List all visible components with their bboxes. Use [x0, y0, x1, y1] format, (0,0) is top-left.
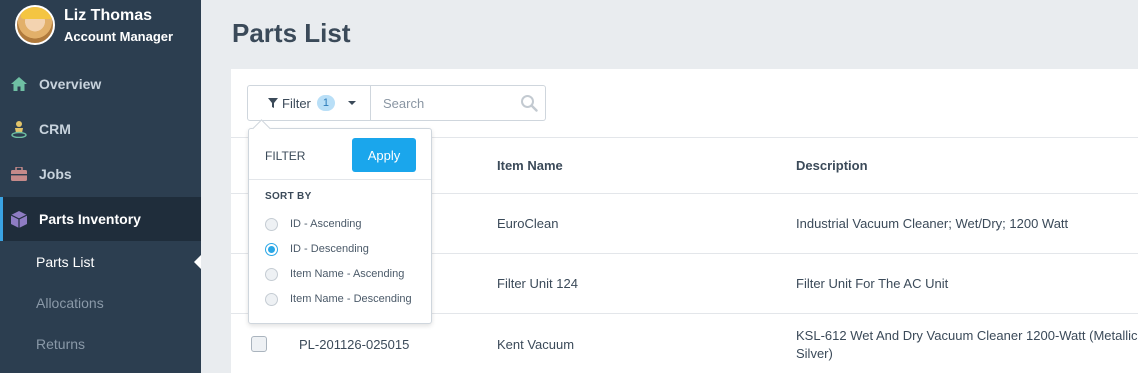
search-box — [371, 85, 546, 121]
cell-item-name: Filter Unit 124 — [497, 276, 578, 291]
nav-item-parts-inventory[interactable]: Parts Inventory — [0, 197, 201, 241]
nav-item-crm[interactable]: CRM — [0, 107, 201, 151]
sidebar: Liz Thomas Account Manager Overview CRM … — [0, 0, 201, 373]
home-icon — [10, 75, 28, 93]
nav-label: Parts Inventory — [39, 211, 141, 227]
cell-description: Filter Unit For The AC Unit — [796, 276, 949, 291]
cell-item-name: EuroClean — [497, 216, 559, 231]
box-icon — [10, 210, 28, 228]
option-label: ID - Descending — [290, 243, 369, 255]
cell-description-line-1: KSL-612 Wet And Dry Vacuum Cleaner 1200-… — [796, 328, 1138, 343]
nav-label: CRM — [39, 121, 71, 137]
column-header-item-name[interactable]: Item Name — [497, 158, 563, 173]
sort-option-id-descending[interactable]: ID - Descending — [265, 240, 425, 258]
cell-part-id: PL-201126-025015 — [299, 337, 410, 352]
radio-button-selected[interactable] — [265, 242, 278, 256]
subnav-allocations[interactable]: Allocations — [0, 283, 201, 323]
option-label: Item Name - Ascending — [290, 268, 405, 280]
sort-by-label: SORT BY — [265, 191, 312, 202]
sort-option-name-ascending[interactable]: Item Name - Ascending — [265, 265, 425, 283]
sort-option-name-descending[interactable]: Item Name - Descending — [265, 290, 425, 308]
page-title: Parts List — [232, 18, 351, 48]
toolbox-icon — [10, 165, 28, 183]
row-checkbox[interactable] — [251, 336, 267, 352]
filter-label: Filter — [282, 95, 311, 111]
user-role: Account Manager — [64, 29, 174, 44]
filter-button[interactable]: Filter 1 — [247, 85, 371, 121]
cell-description-line-2: Silver) — [796, 346, 833, 361]
person-icon — [10, 120, 28, 138]
search-icon[interactable] — [520, 94, 538, 112]
funnel-icon — [268, 98, 278, 108]
chevron-down-icon — [347, 101, 356, 105]
nav-label: Overview — [39, 76, 102, 92]
radio-button[interactable] — [265, 217, 278, 231]
nav-item-jobs[interactable]: Jobs — [0, 152, 201, 196]
filter-count-badge: 1 — [316, 95, 335, 111]
option-label: ID - Ascending — [290, 218, 362, 230]
nav-item-overview[interactable]: Overview — [0, 62, 201, 106]
subnav-returns[interactable]: Returns — [0, 324, 201, 364]
subnav-parts-list[interactable]: Parts List — [0, 242, 201, 282]
cell-item-name: Kent Vacuum — [497, 337, 575, 352]
radio-button[interactable] — [265, 292, 278, 306]
radio-button[interactable] — [265, 267, 278, 281]
nav-label: Jobs — [39, 166, 72, 182]
option-label: Item Name - Descending — [290, 293, 412, 305]
sort-option-id-ascending[interactable]: ID - Ascending — [265, 215, 425, 233]
apply-button[interactable]: Apply — [352, 138, 416, 172]
avatar — [15, 5, 55, 45]
filter-heading: FILTER — [265, 149, 306, 163]
user-profile[interactable]: Liz Thomas Account Manager — [0, 0, 201, 62]
divider — [249, 179, 431, 180]
filter-dropdown: FILTER Apply SORT BY ID - Ascending ID -… — [248, 128, 432, 324]
cell-description: Industrial Vacuum Cleaner; Wet/Dry; 1200… — [796, 216, 1069, 231]
column-header-description[interactable]: Description — [796, 158, 868, 173]
user-name: Liz Thomas — [64, 7, 153, 24]
search-input[interactable] — [371, 86, 511, 120]
